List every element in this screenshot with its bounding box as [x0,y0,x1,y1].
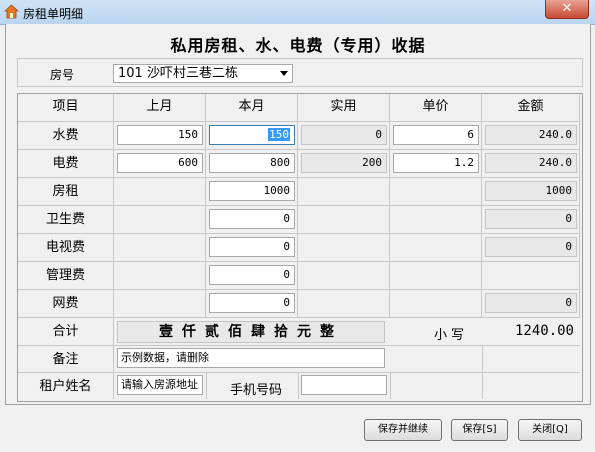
title-bar: 房租单明细 ✕ [0,0,595,25]
mgmt-current-input[interactable]: 0 [209,265,295,285]
window-close-button[interactable]: ✕ [545,0,589,19]
water-last-input[interactable]: 150 [117,125,203,145]
chevron-down-icon [280,71,288,76]
row-divider [114,345,580,346]
water-current-value: 150 [268,128,290,141]
save-continue-button[interactable]: 保存并继续 [364,419,442,441]
row-label-net: 网费 [18,290,114,318]
water-used-field: 0 [301,125,387,145]
power-price-input[interactable]: 1.2 [393,153,479,173]
col-header-item: 项目 [18,94,114,122]
receipt-heading: 私用房租、水、电费（专用）收据 [170,36,426,55]
col-header-used: 实用 [298,94,390,122]
total-lower-label: 小写 [434,328,469,343]
net-current-input[interactable]: 0 [209,293,295,313]
row-divider [114,289,580,290]
tv-amount-field: 0 [485,237,577,257]
room-label: 房号 [50,68,75,82]
row-label-tenant: 租户姓名 [18,373,114,399]
row-divider [114,233,580,234]
col-header-current: 本月 [206,94,298,122]
save-button[interactable]: 保存[S] [451,419,508,441]
power-amount-field: 240.0 [485,153,577,173]
col-divider [298,373,299,399]
receipt-panel: 私用房租、水、电费（专用）收据 房号 101 沙吓村三巷二栋 项目 上月 本月 … [5,24,591,405]
col-header-last: 上月 [114,94,206,122]
col-divider [206,373,207,399]
col-header-amount: 金额 [482,94,580,122]
row-divider [114,261,580,262]
total-lower-value: 1240.00 [514,323,574,339]
col-divider [482,346,483,399]
row-label-mgmt: 管理费 [18,262,114,290]
col-divider [390,373,391,399]
room-section [17,58,583,87]
rent-amount-field: 1000 [485,181,577,201]
row-divider [114,177,580,178]
col-header-price: 单价 [390,94,482,122]
window-title: 房租单明细 [23,7,84,21]
water-current-input[interactable]: 150 [209,125,295,145]
row-divider [114,205,580,206]
phone-label: 手机号码 [230,383,283,398]
remark-input[interactable]: 示例数据，请删除 [117,348,385,368]
house-icon [4,4,19,19]
tv-current-input[interactable]: 0 [209,237,295,257]
row-divider [114,149,580,150]
power-used-field: 200 [301,153,387,173]
row-label-rent: 房租 [18,178,114,206]
row-divider [114,372,580,373]
hygiene-current-input[interactable]: 0 [209,209,295,229]
power-current-input[interactable]: 800 [209,153,295,173]
water-amount-field: 240.0 [485,125,577,145]
tenant-name-input[interactable]: 请输入房源地址 [117,375,203,395]
power-last-input[interactable]: 600 [117,153,203,173]
net-amount-field: 0 [485,293,577,313]
rent-current-input[interactable]: 1000 [209,181,295,201]
phone-input[interactable] [301,375,387,395]
row-label-total: 合计 [18,318,114,346]
row-label-tv: 电视费 [18,234,114,262]
room-select-value: 101 沙吓村三巷二栋 [118,66,238,81]
total-uppercase-field: 壹仟贰佰肆拾元整 [117,321,385,343]
row-label-water: 水费 [18,122,114,150]
close-button[interactable]: 关闭[Q] [518,419,582,441]
row-label-hygiene: 卫生费 [18,206,114,234]
room-select[interactable]: 101 沙吓村三巷二栋 [113,64,293,83]
row-label-remark: 备注 [18,346,114,373]
hygiene-amount-field: 0 [485,209,577,229]
water-price-input[interactable]: 6 [393,125,479,145]
row-label-power: 电费 [18,150,114,178]
